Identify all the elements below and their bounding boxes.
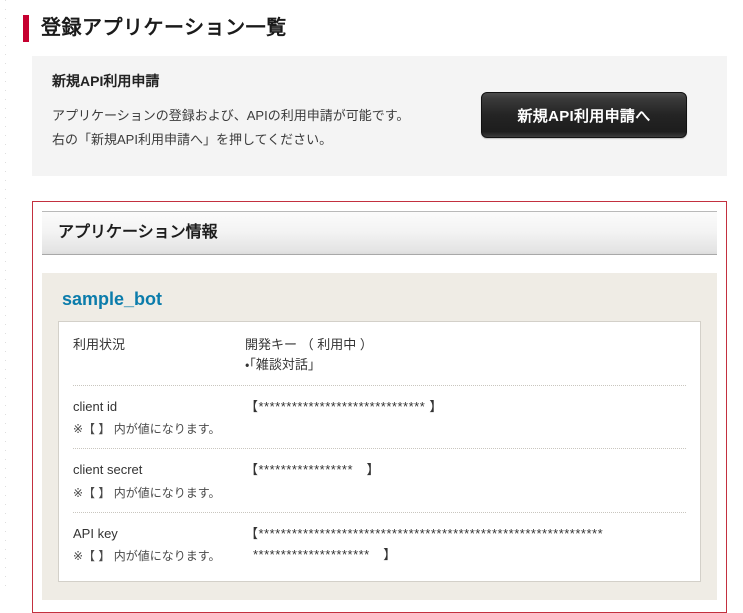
application-detail-table: 利用状況 開発キー （ 利用中 ） ・「雑談対話」 client id 【***… bbox=[58, 321, 701, 582]
new-api-request-panel: 新規API利用申請 アプリケーションの登録および、APIの利用申請が可能です。 … bbox=[32, 56, 727, 176]
page-container: 登録アプリケーション一覧 新規API利用申請 アプリケーションの登録および、AP… bbox=[0, 0, 743, 613]
title-accent-bar bbox=[23, 14, 29, 42]
application-card: sample_bot 利用状況 開発キー （ 利用中 ） ・「雑談対話」 cli… bbox=[42, 273, 717, 600]
row-label-usage: 利用状況 bbox=[73, 337, 126, 352]
table-row: API key 【*******************************… bbox=[73, 513, 686, 575]
row-value-client-secret: 【***************** 】 bbox=[245, 462, 381, 478]
row-label-api-key: API key bbox=[73, 525, 118, 541]
application-info-container: アプリケーション情報 sample_bot 利用状況 開発キー （ 利用中 ） … bbox=[32, 201, 727, 613]
row-note-client-id: ※【 】 内が値になります。 bbox=[73, 422, 221, 437]
row-value-api-key-continued: ********************* 】 bbox=[253, 546, 397, 562]
application-info-title: アプリケーション情報 bbox=[58, 224, 218, 241]
row-note-client-secret: ※【 】 内が値になります。 bbox=[73, 485, 221, 500]
row-value-api-key: 【***************************************… bbox=[245, 525, 604, 541]
page-title-wrap: 登録アプリケーション一覧 bbox=[14, 0, 729, 56]
row-value-usage-sub: ・「雑談対話」 bbox=[245, 357, 321, 373]
row-value-usage: 開発キー （ 利用中 ） bbox=[245, 337, 373, 352]
table-row: 利用状況 開発キー （ 利用中 ） ・「雑談対話」 bbox=[73, 324, 686, 387]
row-label-client-id: client id bbox=[73, 399, 118, 415]
new-api-request-button[interactable]: 新規API利用申請へ bbox=[481, 92, 687, 138]
row-label-client-secret: client secret bbox=[73, 462, 143, 478]
table-row: client id 【*****************************… bbox=[73, 386, 686, 450]
page-title: 登録アプリケーション一覧 bbox=[41, 17, 287, 39]
row-note-api-key: ※【 】 内が値になります。 bbox=[73, 548, 221, 563]
notice-heading: 新規API利用申請 bbox=[52, 73, 160, 89]
row-value-client-id: 【****************************** 】 bbox=[245, 399, 443, 415]
application-info-header: アプリケーション情報 bbox=[42, 211, 717, 255]
table-row: client secret 【***************** 】 ※【 】 … bbox=[73, 449, 686, 513]
application-name: sample_bot bbox=[62, 289, 163, 309]
